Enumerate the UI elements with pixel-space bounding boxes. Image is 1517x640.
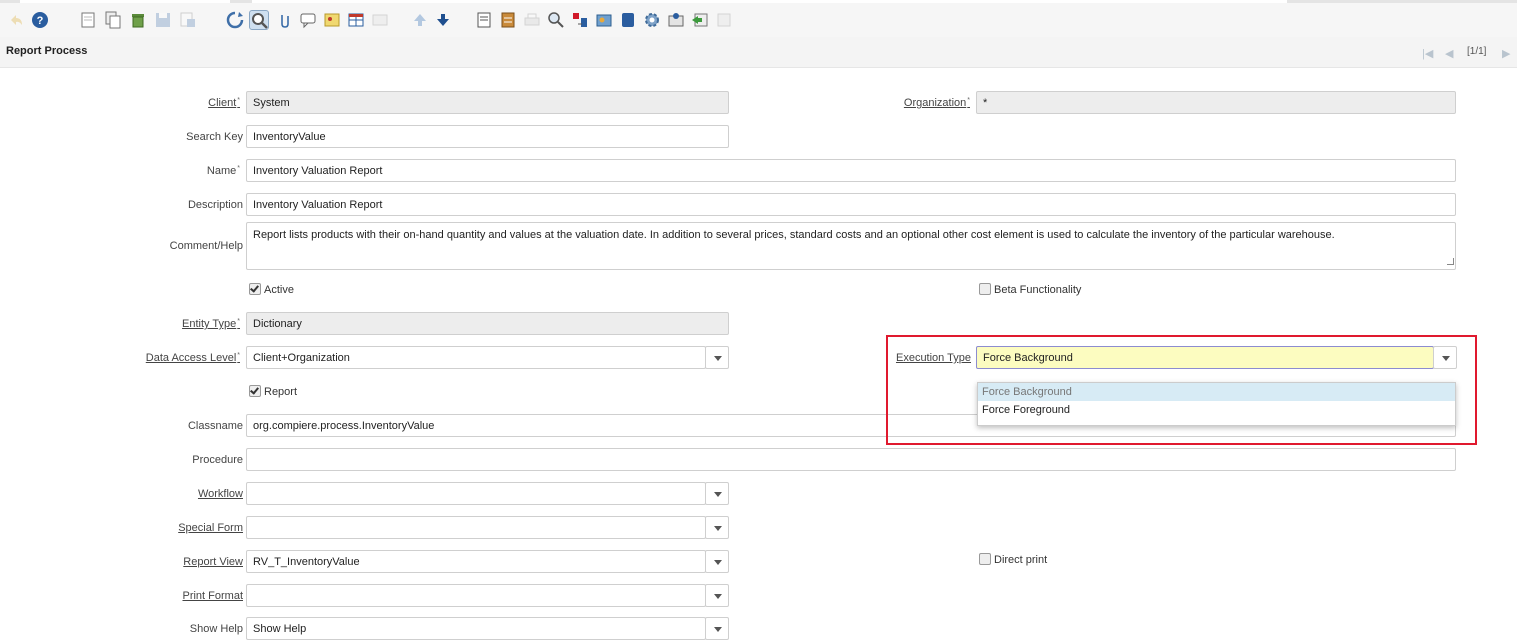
print-format-label[interactable]: Print Format: [60, 590, 243, 602]
copy-record-icon[interactable]: [103, 10, 123, 30]
toolbar: ?: [0, 3, 1517, 37]
highlight-box: [886, 335, 1477, 445]
svg-text:?: ?: [37, 15, 44, 27]
special-form-select[interactable]: [246, 516, 706, 539]
history-icon[interactable]: [370, 10, 390, 30]
refresh-icon[interactable]: [225, 10, 245, 30]
next-record-nav-icon[interactable]: ▶: [1502, 47, 1510, 60]
description-field[interactable]: Inventory Valuation Report: [246, 193, 1456, 216]
report-view-select[interactable]: RV_T_InventoryValue: [246, 550, 706, 573]
organization-field[interactable]: *: [976, 91, 1456, 114]
requests-icon[interactable]: [570, 10, 590, 30]
checkbox-checked-icon[interactable]: [249, 283, 261, 295]
data-access-level-label[interactable]: Data Access Level*: [60, 352, 240, 364]
classname-label: Classname: [187, 420, 243, 432]
report-view-label[interactable]: Report View: [60, 556, 243, 568]
active-checkbox[interactable]: Active: [249, 283, 294, 296]
chevron-down-icon[interactable]: [705, 482, 729, 505]
entity-type-field[interactable]: Dictionary: [246, 312, 729, 335]
window-title-bar: Report Process |◀ ◀ [1/1] ▶: [0, 37, 1517, 68]
direct-print-checkbox[interactable]: Direct print: [979, 553, 1047, 566]
report-icon[interactable]: [474, 10, 494, 30]
data-access-level-select[interactable]: Client+Organization: [246, 346, 706, 369]
close-icon[interactable]: [714, 10, 734, 30]
search-key-field[interactable]: InventoryValue: [246, 125, 729, 148]
chevron-down-icon[interactable]: [705, 346, 729, 369]
comment-help-textarea[interactable]: Report lists products with their on-hand…: [246, 222, 1456, 270]
workflow-label[interactable]: Workflow: [60, 488, 243, 500]
toggle-grid-icon[interactable]: [346, 10, 366, 30]
print-icon[interactable]: [522, 10, 542, 30]
checkbox-unchecked-icon[interactable]: [979, 283, 991, 295]
comment-help-label: Comment/Help: [169, 240, 243, 252]
print-format-select[interactable]: [246, 584, 706, 607]
save-new-icon[interactable]: [178, 10, 198, 30]
search-key-label: Search Key: [186, 131, 243, 143]
organization-label[interactable]: Organization*: [790, 97, 970, 109]
show-help-label: Show Help: [189, 623, 243, 635]
chevron-down-icon[interactable]: [705, 617, 729, 640]
attachment-icon[interactable]: [275, 10, 295, 30]
process-icon[interactable]: [642, 10, 662, 30]
new-record-icon[interactable]: [78, 10, 98, 30]
help-icon[interactable]: ?: [30, 10, 50, 30]
checkbox-unchecked-icon[interactable]: [979, 553, 991, 565]
name-field[interactable]: Inventory Valuation Report: [246, 159, 1456, 182]
client-field[interactable]: System: [246, 91, 729, 114]
undo-icon[interactable]: [6, 10, 26, 30]
chevron-down-icon[interactable]: [705, 516, 729, 539]
product-info-icon[interactable]: [594, 10, 614, 30]
special-form-label[interactable]: Special Form: [60, 522, 243, 534]
delete-icon[interactable]: [128, 10, 148, 30]
client-label[interactable]: Client*: [60, 97, 240, 109]
entity-type-label[interactable]: Entity Type*: [60, 318, 240, 330]
description-label: Description: [187, 199, 243, 211]
procedure-field[interactable]: [246, 448, 1456, 471]
previous-record-nav-icon[interactable]: ◀: [1445, 47, 1453, 60]
beta-functionality-checkbox[interactable]: Beta Functionality: [979, 283, 1081, 296]
report-checkbox[interactable]: Report: [249, 385, 297, 398]
active-workflows-icon[interactable]: [618, 10, 638, 30]
archive-icon[interactable]: [322, 10, 342, 30]
previous-record-icon[interactable]: [410, 10, 430, 30]
show-help-select[interactable]: Show Help: [246, 617, 706, 640]
chevron-down-icon[interactable]: [705, 584, 729, 607]
save-icon[interactable]: [153, 10, 173, 30]
zoom-across-icon[interactable]: [546, 10, 566, 30]
chevron-down-icon[interactable]: [705, 550, 729, 573]
archived-documents-icon[interactable]: [498, 10, 518, 30]
name-label: Name*: [206, 165, 240, 177]
procedure-label: Procedure: [192, 454, 243, 466]
first-record-icon[interactable]: |◀: [1422, 47, 1433, 60]
export-icon[interactable]: [690, 10, 710, 30]
next-record-icon[interactable]: [433, 10, 453, 30]
find-icon[interactable]: [249, 10, 269, 30]
chat-icon[interactable]: [298, 10, 318, 30]
checkbox-checked-icon[interactable]: [249, 385, 261, 397]
workflow-select[interactable]: [246, 482, 706, 505]
customize-icon[interactable]: [666, 10, 686, 30]
record-counter: [1/1]: [1467, 46, 1487, 57]
resize-handle-icon[interactable]: [1447, 258, 1454, 265]
page-title: Report Process: [6, 45, 88, 57]
